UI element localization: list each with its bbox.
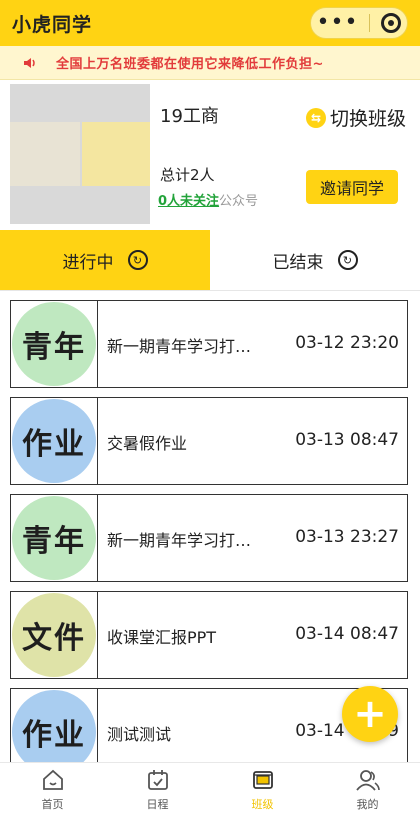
add-task-button[interactable]: + <box>342 686 398 742</box>
row-divider <box>97 592 98 678</box>
tab-divider <box>0 290 420 291</box>
class-avatar-image[interactable] <box>10 84 150 224</box>
task-title: 交暑假作业 <box>107 434 188 453</box>
unfollowed-link[interactable]: 0人未关注 <box>158 194 219 209</box>
class-avatar-right-picture <box>82 122 150 186</box>
nav-mine[interactable]: 我的 <box>315 763 420 816</box>
calendar-icon <box>147 770 168 790</box>
task-title: 新一期青年学习打… <box>107 337 252 356</box>
tab-finished[interactable]: 已结束 ↻ <box>210 230 420 290</box>
task-title: 测试测试 <box>107 725 172 744</box>
task-badge: 青年 <box>12 496 96 580</box>
list-item[interactable]: 青年 新一期青年学习打… 03-12 23:20 <box>10 300 408 388</box>
capsule-divider <box>369 14 371 32</box>
invite-classmates-button[interactable]: 邀请同学 <box>306 170 398 204</box>
follow-suffix: 公众号 <box>219 194 259 209</box>
task-title: 新一期青年学习打… <box>107 531 252 550</box>
switch-class-label: 切换班级 <box>330 108 407 130</box>
follow-status: 0人未关注公众号 <box>158 190 258 209</box>
bottom-nav: 首页 日程 班级 我的 <box>0 762 420 816</box>
close-target-icon[interactable] <box>381 13 402 33</box>
tab-finished-label: 已结束 <box>272 252 324 273</box>
user-icon <box>355 770 380 791</box>
refresh-icon[interactable]: ↻ <box>337 250 358 270</box>
list-item[interactable]: 文件 收课堂汇报PPT 03-14 08:47 <box>10 591 408 679</box>
class-name: 19工商 <box>160 106 219 127</box>
row-divider <box>97 495 98 581</box>
home-icon <box>42 769 63 790</box>
task-time: 03-13 08:47 <box>295 430 399 450</box>
row-divider <box>97 398 98 484</box>
miniprogram-capsule: ••• <box>310 7 408 39</box>
task-title: 收课堂汇报PPT <box>107 628 217 647</box>
refresh-icon[interactable]: ↻ <box>127 250 148 270</box>
class-avatar-left-picture <box>10 122 80 186</box>
member-count: 总计2人 <box>160 166 215 184</box>
task-time: 03-14 08:47 <box>295 624 399 644</box>
class-card: 19工商 ⇆ 切换班级 总计2人 0人未关注公众号 邀请同学 <box>0 80 420 230</box>
row-divider <box>97 301 98 387</box>
list-item[interactable]: 青年 新一期青年学习打… 03-13 23:27 <box>10 494 408 582</box>
status-tabs: 进行中 ↻ 已结束 ↻ <box>0 230 420 290</box>
task-badge: 作业 <box>12 399 96 483</box>
nav-schedule[interactable]: 日程 <box>105 763 210 816</box>
page: 小虎同学 ••• 全国上万名班委都在使用它来降低工作负担~ 19工商 ⇆ 切换班… <box>0 0 420 816</box>
class-icon <box>252 771 273 789</box>
tab-ongoing-label: 进行中 <box>62 252 114 273</box>
nav-home[interactable]: 首页 <box>0 763 105 816</box>
task-time: 03-13 23:27 <box>295 527 399 547</box>
more-icon[interactable]: ••• <box>317 12 359 34</box>
tab-ongoing[interactable]: 进行中 ↻ <box>0 230 210 290</box>
switch-class-button[interactable]: ⇆ 切换班级 <box>306 104 406 131</box>
nav-schedule-label: 日程 <box>146 798 169 811</box>
top-bar: 小虎同学 ••• <box>0 0 420 46</box>
nav-class[interactable]: 班级 <box>210 763 315 816</box>
task-badge: 青年 <box>12 302 96 386</box>
list-item[interactable]: 作业 交暑假作业 03-13 08:47 <box>10 397 408 485</box>
notice-text: 全国上万名班委都在使用它来降低工作负担~ <box>56 57 324 72</box>
app-title: 小虎同学 <box>12 13 93 36</box>
notice-bar[interactable]: 全国上万名班委都在使用它来降低工作负担~ <box>0 46 420 80</box>
task-badge: 文件 <box>12 593 96 677</box>
nav-mine-label: 我的 <box>356 798 379 811</box>
speaker-icon <box>22 55 38 71</box>
nav-home-label: 首页 <box>41 798 64 811</box>
switch-icon: ⇆ <box>306 107 326 128</box>
task-time: 03-12 23:20 <box>295 333 399 353</box>
nav-class-label: 班级 <box>251 798 274 811</box>
